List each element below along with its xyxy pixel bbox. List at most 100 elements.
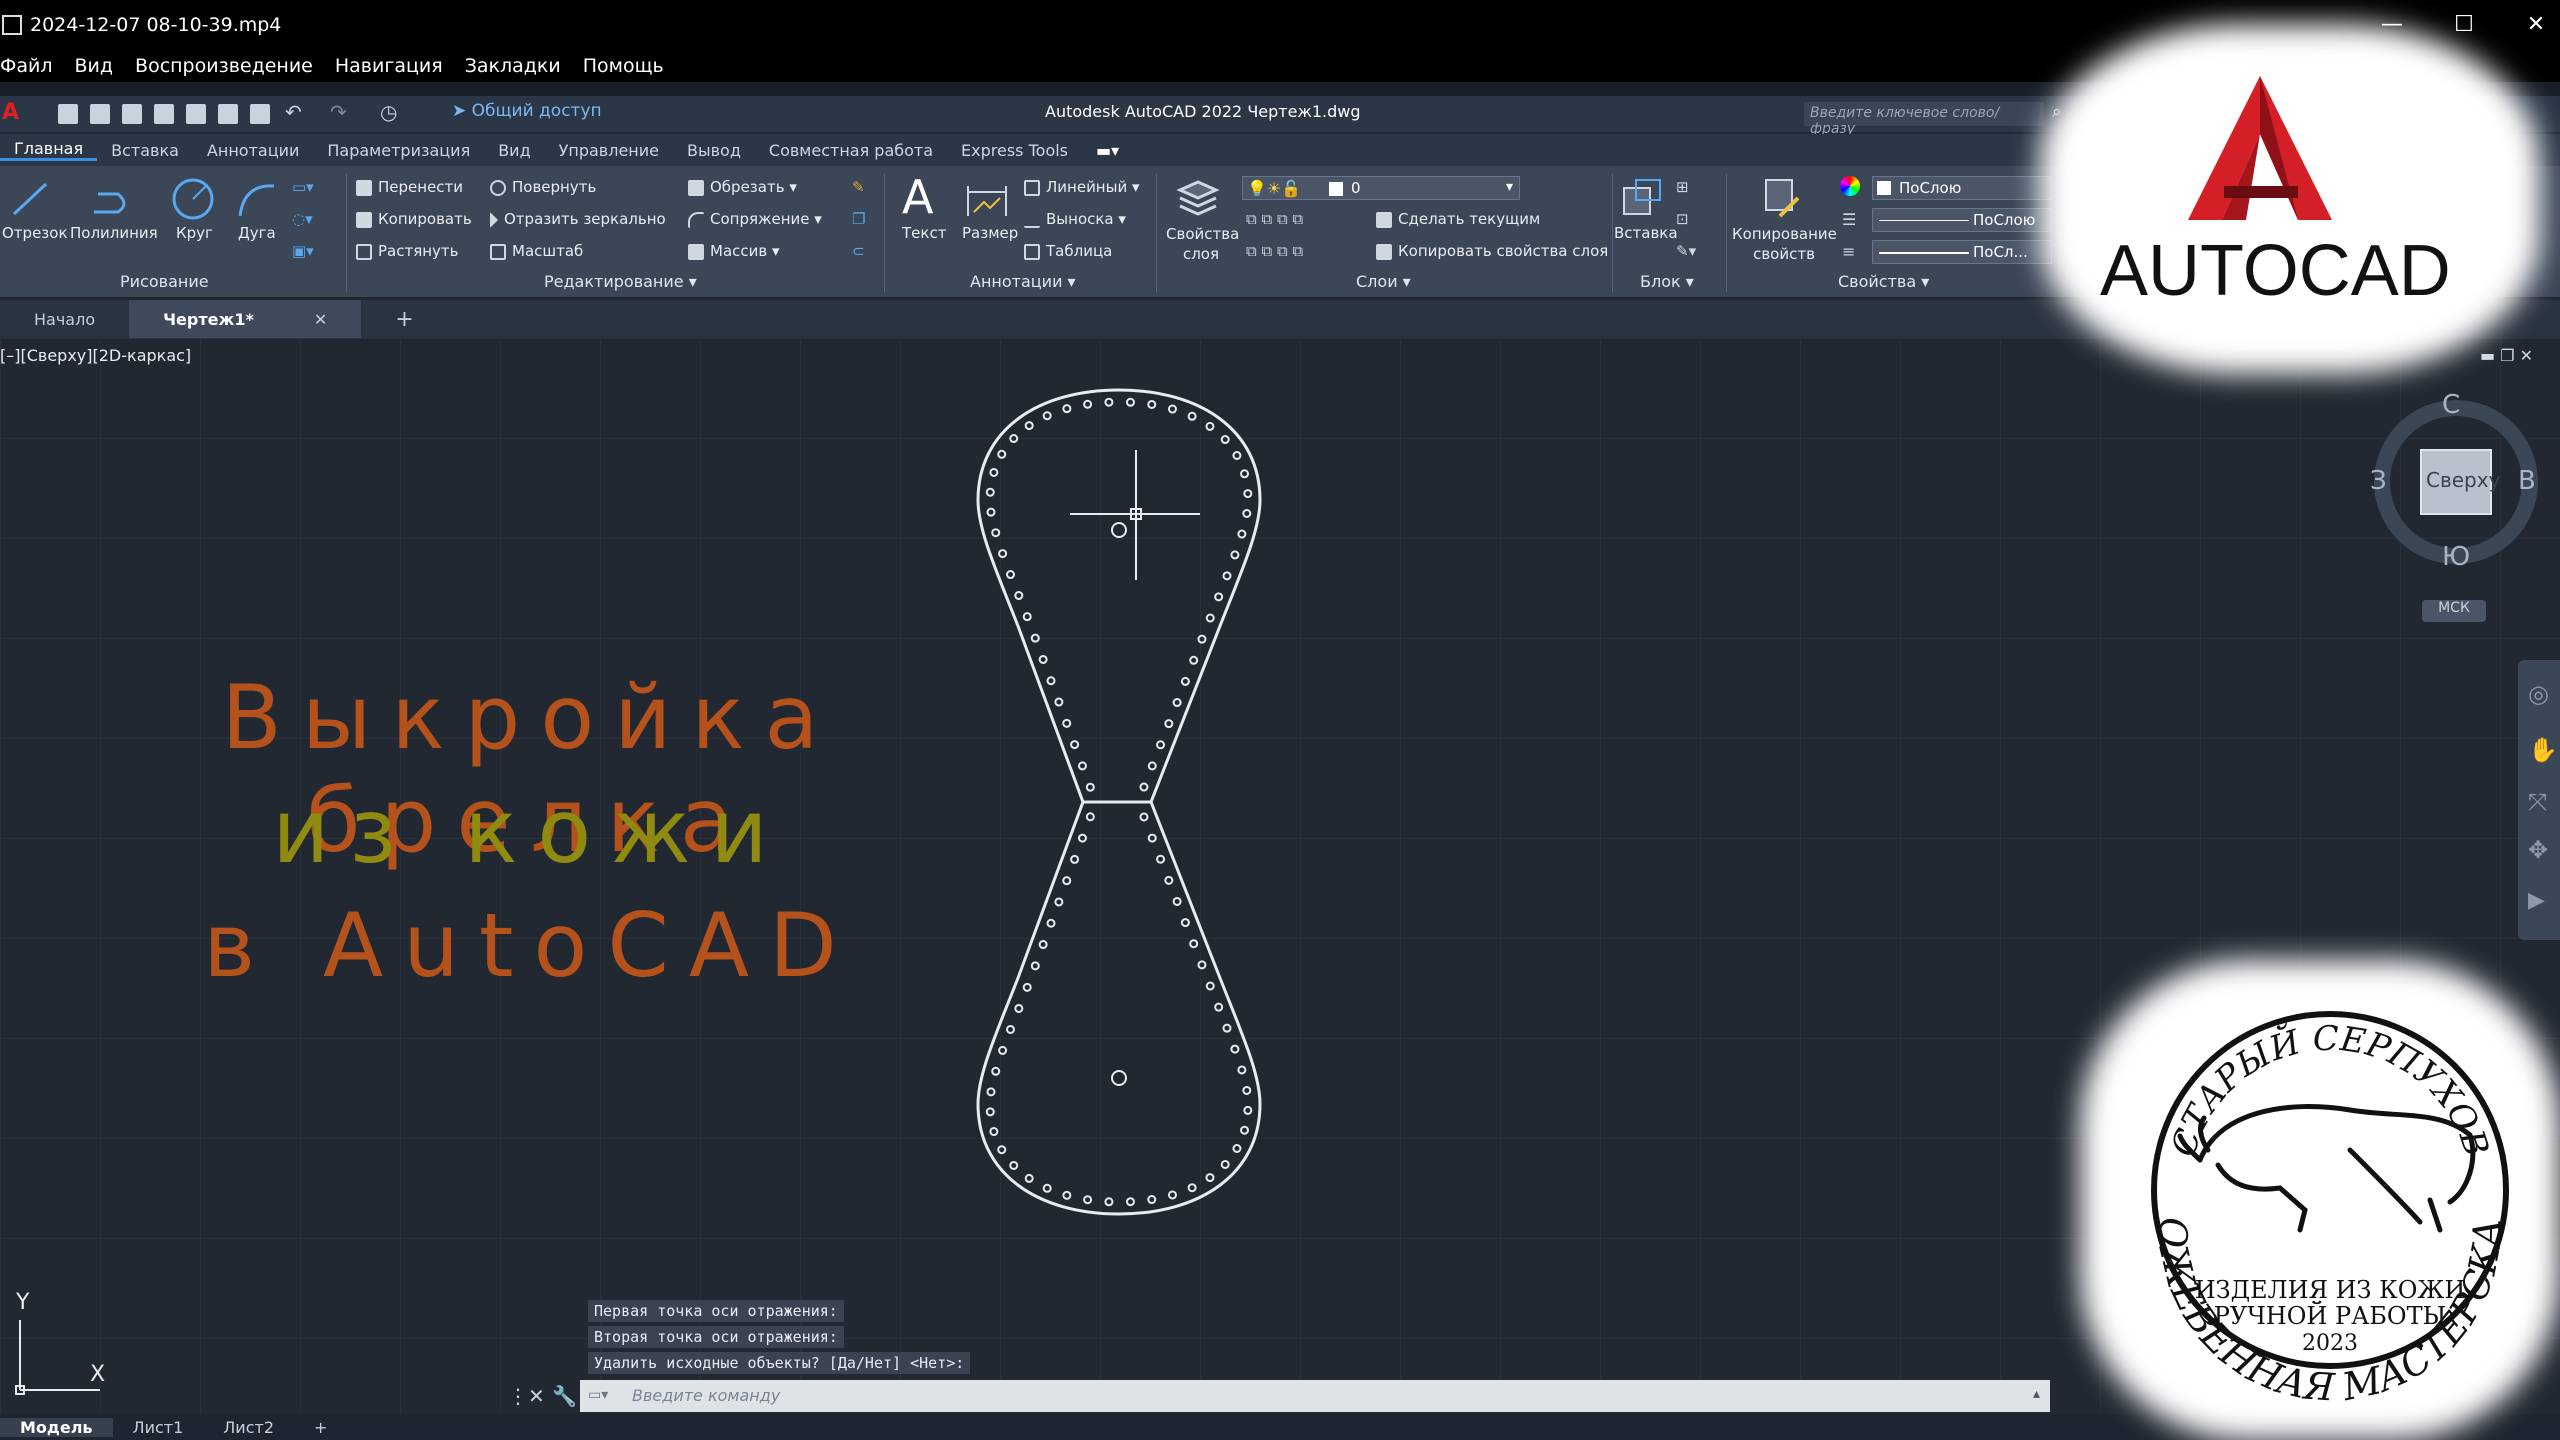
array-button[interactable]: Массив ▾ <box>688 242 780 260</box>
layer-properties-button[interactable]: Свойства слоя <box>1166 224 1239 264</box>
color-dropdown[interactable]: ПоСлою <box>1872 176 2052 200</box>
copy-clip-icon[interactable]: ❐ <box>852 210 865 228</box>
tab-view[interactable]: Вид <box>484 141 544 160</box>
create-block-icon[interactable]: ⊞ <box>1676 178 1689 196</box>
tab-drawing1[interactable]: Чертеж1* ✕ <box>129 300 362 338</box>
viewport-window-controls[interactable]: ▬ ❐ ✕ <box>2480 346 2533 365</box>
save-as-icon[interactable] <box>154 104 174 124</box>
dimension-button[interactable]: Размер <box>962 224 1018 242</box>
plot-icon[interactable] <box>186 104 206 124</box>
workspace-icon[interactable]: ◷ <box>380 100 397 124</box>
command-line-grip-icon[interactable]: ⋮✕ <box>508 1384 545 1408</box>
maximize-icon[interactable]: ☐ <box>2444 8 2484 42</box>
command-history-icon[interactable]: ▭▾ <box>588 1387 608 1403</box>
tab-start[interactable]: Начало <box>0 300 129 338</box>
chevron-up-icon[interactable]: ▴ <box>2033 1386 2040 1402</box>
undo-icon[interactable]: ↶ <box>285 100 302 124</box>
linear-button[interactable]: Линейный ▾ <box>1024 178 1140 196</box>
insert-button[interactable]: Вставка <box>1614 224 1678 242</box>
customize-icon[interactable]: 🔧 <box>552 1384 577 1408</box>
tab-express-tools[interactable]: Express Tools <box>947 141 1082 160</box>
tab-model[interactable]: Модель <box>0 1417 113 1437</box>
region-icon[interactable]: ▣▾ <box>292 242 314 260</box>
table-button[interactable]: Таблица <box>1024 242 1112 260</box>
tab-parametric[interactable]: Параметризация <box>313 141 484 160</box>
menu-file[interactable]: Файл <box>0 55 53 77</box>
new-tab-icon[interactable]: + <box>361 300 447 338</box>
add-layout-icon[interactable]: + <box>294 1418 347 1437</box>
orbit-icon[interactable]: ✥ <box>2528 836 2548 864</box>
menu-playback[interactable]: Воспроизведение <box>135 55 313 77</box>
tab-manage[interactable]: Управление <box>545 141 673 160</box>
draw-panel-title[interactable]: Рисование <box>120 272 209 291</box>
share-button[interactable]: ➤ Общий доступ <box>452 101 602 121</box>
new-file-icon[interactable] <box>58 104 78 124</box>
tab-output[interactable]: Вывод <box>673 141 755 160</box>
viewport-controls-label[interactable]: [–][Сверху][2D-каркас] <box>0 346 191 365</box>
hatch-icon[interactable]: ◌▾ <box>292 210 313 228</box>
polyline-button[interactable]: Полилиния <box>70 224 158 242</box>
command-input[interactable]: ▭▾ Введите команду ▴ <box>580 1380 2050 1412</box>
tab-insert[interactable]: Вставка <box>97 141 193 160</box>
search-input[interactable]: Введите ключевое слово/фразу <box>1804 102 2044 137</box>
rectangle-icon[interactable]: ▭▾ <box>292 178 314 196</box>
publish-icon[interactable] <box>218 104 238 124</box>
layer-tools-row2-icon[interactable]: ⧉ ⧉ ⧉ ⧉ <box>1246 242 1303 260</box>
close-icon[interactable]: ✕ <box>2516 8 2556 42</box>
stretch-button[interactable]: Растянуть <box>356 242 459 260</box>
match-layer-button[interactable]: Копировать свойства слоя <box>1376 242 1608 260</box>
ucs-menu-button[interactable]: МСК <box>2422 600 2486 622</box>
menu-view[interactable]: Вид <box>75 55 114 77</box>
zoom-extents-icon[interactable]: ⤧ <box>2528 788 2547 816</box>
move-button[interactable]: Перенести <box>356 178 463 196</box>
viewcube-south[interactable]: Ю <box>2442 542 2470 572</box>
open-file-icon[interactable] <box>90 104 110 124</box>
viewcube-west[interactable]: З <box>2370 466 2387 496</box>
edit-block-icon[interactable]: ⊡ <box>1676 210 1689 228</box>
mirror-button[interactable]: Отразить зеркально <box>490 210 666 228</box>
color-wheel-icon[interactable] <box>1840 176 1860 196</box>
ribbon-toggle-icon[interactable]: ▬▾ <box>1082 141 1133 160</box>
print-icon[interactable] <box>250 104 270 124</box>
rotate-button[interactable]: Повернуть <box>490 178 596 196</box>
arc-button[interactable]: Дуга <box>238 224 276 242</box>
layer-dropdown[interactable]: 💡☀🔓 0 ▾ <box>1242 176 1520 200</box>
linetype-dropdown[interactable]: ПоСлою <box>1872 208 2052 232</box>
save-icon[interactable] <box>122 104 142 124</box>
tab-home[interactable]: Главная <box>0 139 98 161</box>
leader-button[interactable]: Выноска ▾ <box>1024 210 1126 228</box>
block-attribute-icon[interactable]: ✎▾ <box>1676 242 1696 260</box>
circle-button[interactable]: Круг <box>176 224 213 242</box>
tab-collaborate[interactable]: Совместная работа <box>755 141 947 160</box>
viewcube-face-label[interactable]: Сверху <box>2426 468 2500 492</box>
redo-icon[interactable]: ↷ <box>330 100 347 124</box>
offset-icon[interactable]: ⊂ <box>852 242 865 260</box>
tab-annotate[interactable]: Аннотации <box>193 141 313 160</box>
menu-navigation[interactable]: Навигация <box>335 55 443 77</box>
annotation-panel-title[interactable]: Аннотации ▾ <box>970 272 1076 291</box>
layers-panel-title[interactable]: Слои ▾ <box>1356 272 1411 291</box>
steering-wheel-icon[interactable]: ◎ <box>2528 680 2549 708</box>
acad-app-icon[interactable]: A <box>2 100 19 125</box>
line-button[interactable]: Отрезок <box>2 224 68 242</box>
lineweight-dropdown[interactable]: ПоСл... <box>1872 240 2052 264</box>
tab-layout2[interactable]: Лист2 <box>203 1418 294 1437</box>
viewcube-north[interactable]: С <box>2442 390 2460 420</box>
block-panel-title[interactable]: Блок ▾ <box>1640 272 1694 291</box>
scale-button[interactable]: Масштаб <box>490 242 583 260</box>
layer-tools-icon[interactable]: ⧉ ⧉ ⧉ ⧉ <box>1246 210 1303 228</box>
trim-button[interactable]: Обрезать ▾ <box>688 178 797 196</box>
erase-icon[interactable]: ✎ <box>852 178 865 196</box>
match-properties-button[interactable]: Копирование свойств <box>1732 224 1837 264</box>
properties-panel-title[interactable]: Свойства ▾ <box>1838 272 1929 291</box>
close-tab-icon[interactable]: ✕ <box>314 310 327 329</box>
tab-layout1[interactable]: Лист1 <box>113 1418 204 1437</box>
modify-panel-title[interactable]: Редактирование ▾ <box>544 272 697 291</box>
pan-icon[interactable]: ✋ <box>2528 736 2558 764</box>
copy-button[interactable]: Копировать <box>356 210 472 228</box>
menu-help[interactable]: Помощь <box>583 55 664 77</box>
menu-bookmarks[interactable]: Закладки <box>465 55 561 77</box>
fillet-button[interactable]: Сопряжение ▾ <box>688 210 822 228</box>
showmotion-icon[interactable]: ▶ <box>2528 888 2545 913</box>
make-current-button[interactable]: Сделать текущим <box>1376 210 1540 228</box>
